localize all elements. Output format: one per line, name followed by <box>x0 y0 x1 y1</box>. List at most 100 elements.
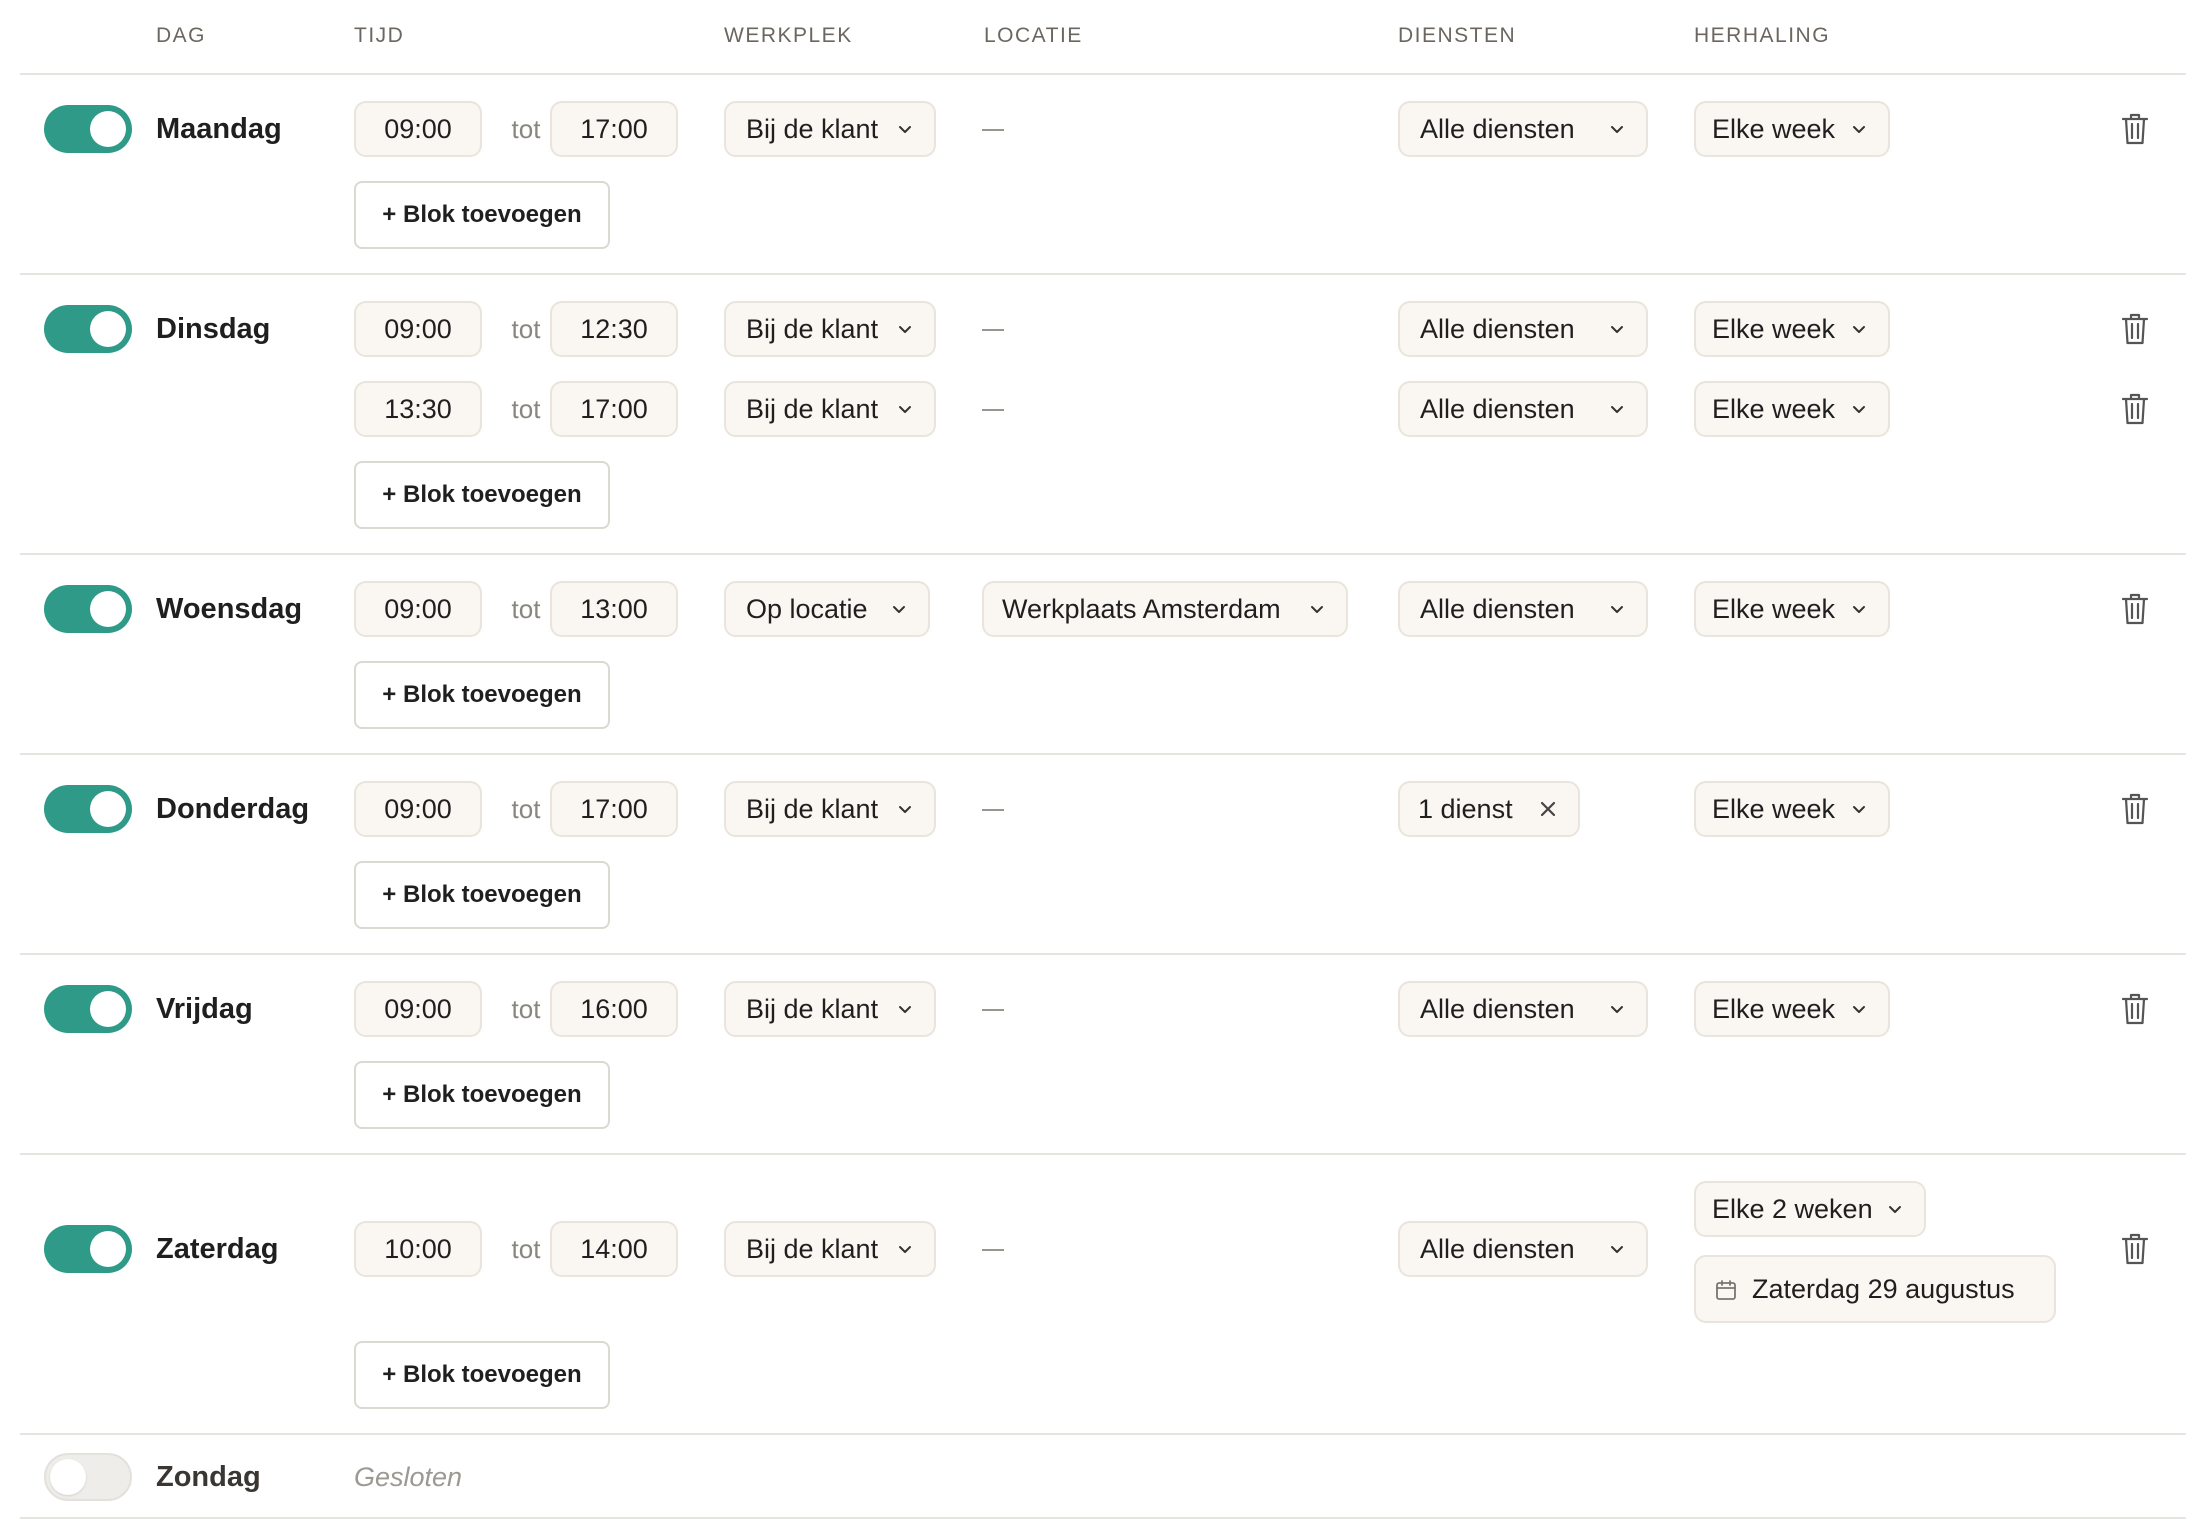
start-time-input[interactable]: 09:00 <box>354 581 482 637</box>
day-row-monday: Maandag 09:00 tot 17:00 Bij de klant All… <box>20 75 2186 275</box>
services-value: Alle diensten <box>1420 1233 1575 1264</box>
closed-status: Gesloten <box>354 1462 463 1492</box>
chevron-down-icon <box>1853 406 1865 413</box>
workplace-select[interactable]: Bij de klant <box>724 381 936 437</box>
to-label: tot <box>511 114 541 144</box>
add-block-button[interactable]: + Blok toevoegen <box>354 661 610 729</box>
repeat-value: Elke week <box>1712 313 1836 344</box>
start-time-input[interactable]: 09:00 <box>354 101 482 157</box>
add-block-button[interactable]: + Blok toevoegen <box>354 1061 610 1129</box>
column-header-day: DAG <box>156 24 207 47</box>
day-toggle-thursday[interactable] <box>44 785 132 833</box>
workplace-select[interactable]: Bij de klant <box>724 781 936 837</box>
repeat-select[interactable]: Elke week <box>1694 581 1890 637</box>
workplace-select[interactable]: Bij de klant <box>724 1221 936 1277</box>
day-name: Maandag <box>156 113 282 145</box>
day-name: Zondag <box>156 1461 261 1493</box>
day-toggle-wednesday[interactable] <box>44 585 132 633</box>
repeat-select[interactable]: Elke week <box>1694 301 1890 357</box>
services-value: Alle diensten <box>1420 313 1575 344</box>
day-row-saturday: Zaterdag 10:00 tot 14:00 Bij de klant Al… <box>20 1155 2186 1435</box>
no-location-dash <box>982 329 1004 331</box>
day-toggle-tuesday[interactable] <box>44 305 132 353</box>
workplace-value: Bij de klant <box>746 1233 879 1264</box>
trash-icon[interactable] <box>2120 592 2150 626</box>
add-block-button[interactable]: + Blok toevoegen <box>354 861 610 929</box>
trash-icon[interactable] <box>2120 792 2150 826</box>
trash-icon[interactable] <box>2120 992 2150 1026</box>
end-time-input[interactable]: 17:00 <box>550 781 678 837</box>
services-select[interactable]: Alle diensten <box>1398 1221 1648 1277</box>
services-value: 1 dienst <box>1418 793 1513 824</box>
repeat-select[interactable]: Elke 2 weken <box>1694 1181 1926 1237</box>
services-select[interactable]: Alle diensten <box>1398 581 1648 637</box>
day-toggle-friday[interactable] <box>44 985 132 1033</box>
trash-icon[interactable] <box>2120 112 2150 146</box>
chevron-down-icon <box>1853 1006 1865 1013</box>
add-block-button[interactable]: + Blok toevoegen <box>354 461 610 529</box>
location-select[interactable]: Werkplaats Amsterdam <box>982 581 1348 637</box>
day-row-wednesday: Woensdag 09:00 tot 13:00 Op locatie Werk… <box>20 555 2186 755</box>
start-time-input[interactable]: 13:30 <box>354 381 482 437</box>
to-label: tot <box>511 594 541 624</box>
chevron-down-icon <box>1853 806 1865 813</box>
repeat-value: Elke week <box>1712 793 1836 824</box>
chevron-down-icon <box>1611 126 1623 133</box>
end-time-input[interactable]: 17:00 <box>550 381 678 437</box>
to-label: tot <box>511 1234 541 1264</box>
chevron-down-icon <box>1611 406 1623 413</box>
services-value: Alle diensten <box>1420 593 1575 624</box>
services-value: Alle diensten <box>1420 113 1575 144</box>
no-location-dash <box>982 129 1004 131</box>
workplace-select[interactable]: Bij de klant <box>724 981 936 1037</box>
close-icon[interactable] <box>1538 799 1558 819</box>
repeat-select[interactable]: Elke week <box>1694 981 1890 1037</box>
add-block-button[interactable]: + Blok toevoegen <box>354 1341 610 1409</box>
end-time-input[interactable]: 12:30 <box>550 301 678 357</box>
start-time-input[interactable]: 10:00 <box>354 1221 482 1277</box>
day-name: Zaterdag <box>156 1233 279 1265</box>
services-select[interactable]: 1 dienst <box>1398 781 1580 837</box>
workplace-select[interactable]: Bij de klant <box>724 101 936 157</box>
trash-icon[interactable] <box>2120 312 2150 346</box>
end-time-input[interactable]: 14:00 <box>550 1221 678 1277</box>
start-date-picker[interactable]: Zaterdag 29 augustus <box>1694 1255 2056 1323</box>
to-label: tot <box>511 394 541 424</box>
repeat-select[interactable]: Elke week <box>1694 781 1890 837</box>
repeat-value: Elke week <box>1712 113 1836 144</box>
workplace-select[interactable]: Op locatie <box>724 581 930 637</box>
chevron-down-icon <box>1853 606 1865 613</box>
chevron-down-icon <box>1611 326 1623 333</box>
chevron-down-icon <box>1611 1246 1623 1253</box>
end-time-input[interactable]: 17:00 <box>550 101 678 157</box>
workplace-value: Bij de klant <box>746 113 879 144</box>
services-select[interactable]: Alle diensten <box>1398 101 1648 157</box>
add-block-button[interactable]: + Blok toevoegen <box>354 181 610 249</box>
repeat-select[interactable]: Elke week <box>1694 381 1890 437</box>
start-time-input[interactable]: 09:00 <box>354 301 482 357</box>
chevron-down-icon <box>1611 606 1623 613</box>
services-value: Alle diensten <box>1420 393 1575 424</box>
repeat-value: Elke 2 weken <box>1712 1193 1873 1224</box>
services-select[interactable]: Alle diensten <box>1398 381 1648 437</box>
end-time-input[interactable]: 16:00 <box>550 981 678 1037</box>
services-select[interactable]: Alle diensten <box>1398 301 1648 357</box>
column-header-time: TIJD <box>354 24 405 47</box>
repeat-select[interactable]: Elke week <box>1694 101 1890 157</box>
start-time-input[interactable]: 09:00 <box>354 981 482 1037</box>
day-toggle-monday[interactable] <box>44 105 132 153</box>
availability-schedule: DAG TIJD WERKPLEK LOCATIE DIENSTEN HERHA… <box>0 0 2196 1524</box>
chevron-down-icon <box>899 126 911 133</box>
day-toggle-sunday[interactable] <box>44 1453 132 1501</box>
day-toggle-saturday[interactable] <box>44 1225 132 1273</box>
chevron-down-icon <box>1853 326 1865 333</box>
start-time-input[interactable]: 09:00 <box>354 781 482 837</box>
trash-icon[interactable] <box>2120 392 2150 426</box>
workplace-select[interactable]: Bij de klant <box>724 301 936 357</box>
day-name: Vrijdag <box>156 993 253 1025</box>
chevron-down-icon <box>1889 1206 1901 1213</box>
services-select[interactable]: Alle diensten <box>1398 981 1648 1037</box>
location-value: Werkplaats Amsterdam <box>1002 593 1281 624</box>
trash-icon[interactable] <box>2120 1232 2150 1266</box>
end-time-input[interactable]: 13:00 <box>550 581 678 637</box>
